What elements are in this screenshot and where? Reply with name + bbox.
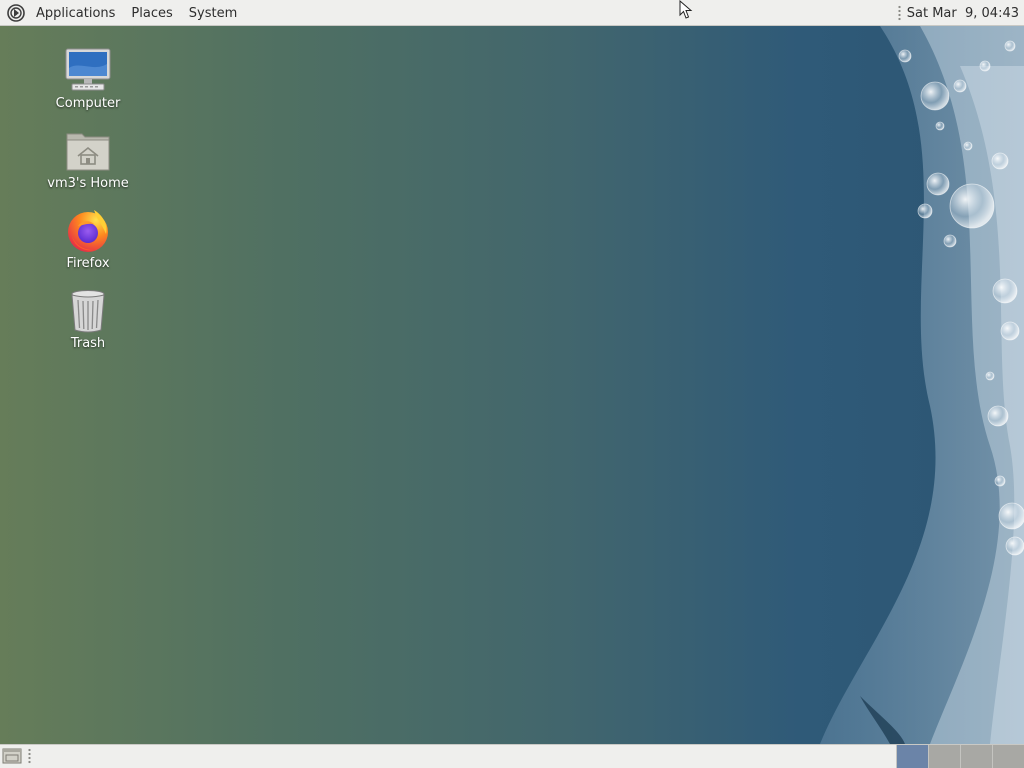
desktop-icon-firefox[interactable]: Firefox — [43, 206, 133, 271]
firefox-icon — [64, 206, 112, 254]
computer-icon — [64, 46, 112, 94]
workspace-2[interactable] — [928, 745, 960, 768]
workspace-4[interactable] — [992, 745, 1024, 768]
panel-right-area: Sat Mar 9, 04:43 — [897, 0, 1024, 26]
menu-system[interactable]: System — [181, 0, 245, 26]
menu-places[interactable]: Places — [123, 0, 180, 26]
panel-drag-handle[interactable] — [897, 5, 901, 21]
show-desktop-icon[interactable] — [1, 746, 23, 766]
workspace-1[interactable] — [896, 745, 928, 768]
desktop-icon-label: Trash — [70, 336, 106, 351]
home-folder-icon — [64, 126, 112, 174]
mouse-cursor-icon — [679, 0, 693, 19]
desktop-icon-label: Firefox — [66, 256, 110, 271]
main-menu: Applications Places System — [0, 0, 245, 26]
desktop-icon-label: Computer — [55, 96, 121, 111]
workspace-switcher — [896, 745, 1024, 768]
bottom-panel — [0, 744, 1024, 768]
desktop-icon-trash[interactable]: Trash — [43, 286, 133, 351]
desktop-icon-label: vm3's Home — [47, 176, 129, 191]
wallpaper-decoration — [820, 26, 1024, 744]
clock[interactable]: Sat Mar 9, 04:43 — [907, 6, 1024, 21]
desktop-icon-home[interactable]: vm3's Home — [43, 126, 133, 191]
desktop-icon-computer[interactable]: Computer — [43, 46, 133, 111]
trash-icon — [64, 286, 112, 334]
top-panel: Applications Places System Sat Mar 9, 04… — [0, 0, 1024, 26]
menu-applications[interactable]: Applications — [28, 0, 123, 26]
workspace-3[interactable] — [960, 745, 992, 768]
distro-logo-icon[interactable] — [6, 2, 28, 24]
panel-drag-handle[interactable] — [28, 748, 31, 764]
